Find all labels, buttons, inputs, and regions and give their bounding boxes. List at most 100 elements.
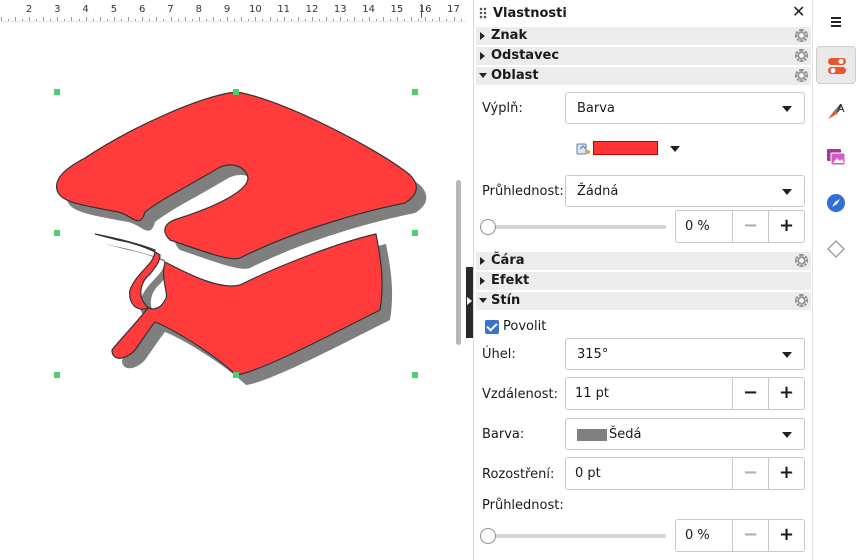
section-efekt[interactable]: Efekt bbox=[476, 272, 811, 290]
gallery-icon bbox=[827, 149, 846, 166]
section-stin[interactable]: Stín bbox=[476, 292, 811, 310]
chevron-down-icon bbox=[782, 189, 792, 195]
ruler-tick-label: 11 bbox=[277, 4, 291, 15]
selection-handle bbox=[54, 230, 60, 236]
document-canvas[interactable]: 23456789101112131415161718 bbox=[0, 0, 466, 560]
section-odstavec[interactable]: Odstavec bbox=[476, 47, 811, 65]
fill-label: Výplň: bbox=[482, 101, 523, 116]
chevron-down-icon bbox=[782, 352, 792, 358]
fill-type-value: Barva bbox=[577, 101, 615, 116]
shadow-transparency-slider[interactable] bbox=[480, 527, 666, 545]
section-oblast[interactable]: Oblast bbox=[476, 67, 811, 85]
ruler-tick bbox=[50, 19, 52, 21]
ruler-tick-label: 7 bbox=[167, 4, 174, 15]
decrease-button[interactable]: − bbox=[732, 378, 768, 409]
ruler-tick bbox=[269, 17, 271, 21]
ruler-tick bbox=[14, 17, 16, 21]
ruler-tick bbox=[418, 19, 420, 21]
decrease-button[interactable]: − bbox=[732, 520, 768, 551]
ruler-tick bbox=[149, 19, 151, 21]
gear-icon[interactable] bbox=[795, 69, 808, 82]
gear-icon[interactable] bbox=[795, 29, 808, 42]
drawing-area[interactable] bbox=[0, 22, 466, 560]
shadow-color-swatch bbox=[577, 429, 607, 441]
sidebar-item-shapes[interactable] bbox=[816, 230, 856, 268]
collapse-arrow-icon bbox=[479, 73, 487, 78]
ruler-tick-label: 2 bbox=[25, 4, 33, 15]
slider-knob[interactable] bbox=[480, 219, 496, 235]
area-transparency-dropdown[interactable]: Žádná bbox=[565, 175, 805, 207]
increase-button[interactable]: + bbox=[768, 520, 804, 551]
sidebar-collapse-handle[interactable] bbox=[466, 267, 473, 338]
increase-button[interactable]: + bbox=[768, 458, 804, 489]
sidebar-menu-button[interactable] bbox=[816, 3, 856, 41]
section-label: Odstavec bbox=[491, 48, 560, 63]
slider-track bbox=[488, 225, 666, 229]
area-transparency-slider[interactable] bbox=[480, 218, 666, 236]
ruler-tick bbox=[241, 17, 243, 21]
ruler-tick bbox=[389, 19, 391, 21]
ruler-tick bbox=[212, 17, 214, 21]
ruler-tick bbox=[113, 17, 115, 21]
shadow-transparency-spinbox[interactable]: 0 % − + bbox=[675, 519, 805, 552]
ruler-tick bbox=[340, 17, 342, 21]
area-transparency-percent[interactable]: 0 % bbox=[685, 219, 710, 234]
ruler-tick bbox=[220, 19, 222, 21]
ruler-tick bbox=[21, 19, 23, 21]
section-label: Efekt bbox=[491, 273, 530, 288]
fill-type-dropdown[interactable]: Barva bbox=[565, 92, 805, 124]
ruler-tick bbox=[120, 19, 122, 21]
shadow-distance-spinbox[interactable]: 11 pt − + bbox=[565, 377, 805, 410]
shadow-blur-value[interactable]: 0 pt bbox=[575, 466, 601, 481]
ruler-tick-label: 15 bbox=[390, 4, 404, 15]
fill-color-swatch[interactable] bbox=[593, 141, 658, 155]
gear-icon[interactable] bbox=[795, 254, 808, 267]
area-transparency-value: Žádná bbox=[577, 184, 619, 199]
shadow-blur-label: Rozostření: bbox=[482, 467, 555, 482]
increase-button[interactable]: + bbox=[768, 211, 804, 242]
sidebar-item-properties[interactable] bbox=[816, 46, 856, 84]
chevron-down-icon[interactable] bbox=[670, 146, 680, 152]
ruler-tick bbox=[205, 19, 207, 21]
drag-grip-icon[interactable] bbox=[479, 7, 487, 20]
sidebar-item-navigator[interactable] bbox=[816, 184, 856, 222]
vertical-scrollbar[interactable] bbox=[456, 180, 461, 345]
sidebar-item-styles[interactable]: A bbox=[816, 92, 856, 130]
shadow-color-dropdown[interactable]: Šedá bbox=[565, 418, 805, 450]
decrease-button[interactable]: − bbox=[732, 458, 768, 489]
section-cara[interactable]: Čára bbox=[476, 252, 811, 270]
slider-track bbox=[488, 534, 666, 538]
sidebar-deck: A bbox=[812, 0, 860, 560]
ruler-tick bbox=[453, 17, 455, 21]
shadow-blur-spinbox[interactable]: 0 pt − + bbox=[565, 457, 805, 490]
ruler-tick bbox=[361, 19, 363, 21]
ruler-tick bbox=[333, 19, 335, 21]
shadow-enable-label: Povolit bbox=[503, 319, 547, 334]
collapse-arrow-icon bbox=[479, 298, 487, 303]
section-label: Čára bbox=[491, 253, 525, 268]
slider-knob[interactable] bbox=[480, 528, 496, 544]
section-znak[interactable]: Znak bbox=[476, 27, 811, 45]
area-transparency-spinbox[interactable]: 0 % − + bbox=[675, 210, 805, 243]
close-panel-button[interactable]: ✕ bbox=[792, 4, 805, 20]
ruler-tick bbox=[403, 19, 405, 21]
gear-icon[interactable] bbox=[795, 294, 808, 307]
sidebar-item-gallery[interactable] bbox=[816, 138, 856, 176]
decrease-button[interactable]: − bbox=[732, 211, 768, 242]
shadow-distance-label: Vzdálenost: bbox=[482, 387, 558, 402]
section-label: Znak bbox=[491, 28, 528, 43]
ruler-tick bbox=[71, 17, 73, 21]
ruler-tick bbox=[304, 19, 306, 21]
ruler-tick bbox=[446, 19, 448, 21]
gear-icon[interactable] bbox=[795, 49, 808, 62]
shadow-transparency-percent[interactable]: 0 % bbox=[685, 528, 710, 543]
checkbox-checked-icon[interactable] bbox=[485, 320, 499, 334]
horizontal-ruler[interactable]: 23456789101112131415161718 bbox=[0, 0, 466, 22]
selection-handle bbox=[412, 230, 418, 236]
ruler-margin-marker[interactable] bbox=[421, 4, 422, 18]
ruler-tick bbox=[396, 17, 398, 21]
increase-button[interactable]: + bbox=[768, 378, 804, 409]
chevron-down-icon bbox=[782, 106, 792, 112]
shadow-angle-dropdown[interactable]: 315° bbox=[565, 338, 805, 370]
shadow-distance-value[interactable]: 11 pt bbox=[575, 386, 609, 401]
